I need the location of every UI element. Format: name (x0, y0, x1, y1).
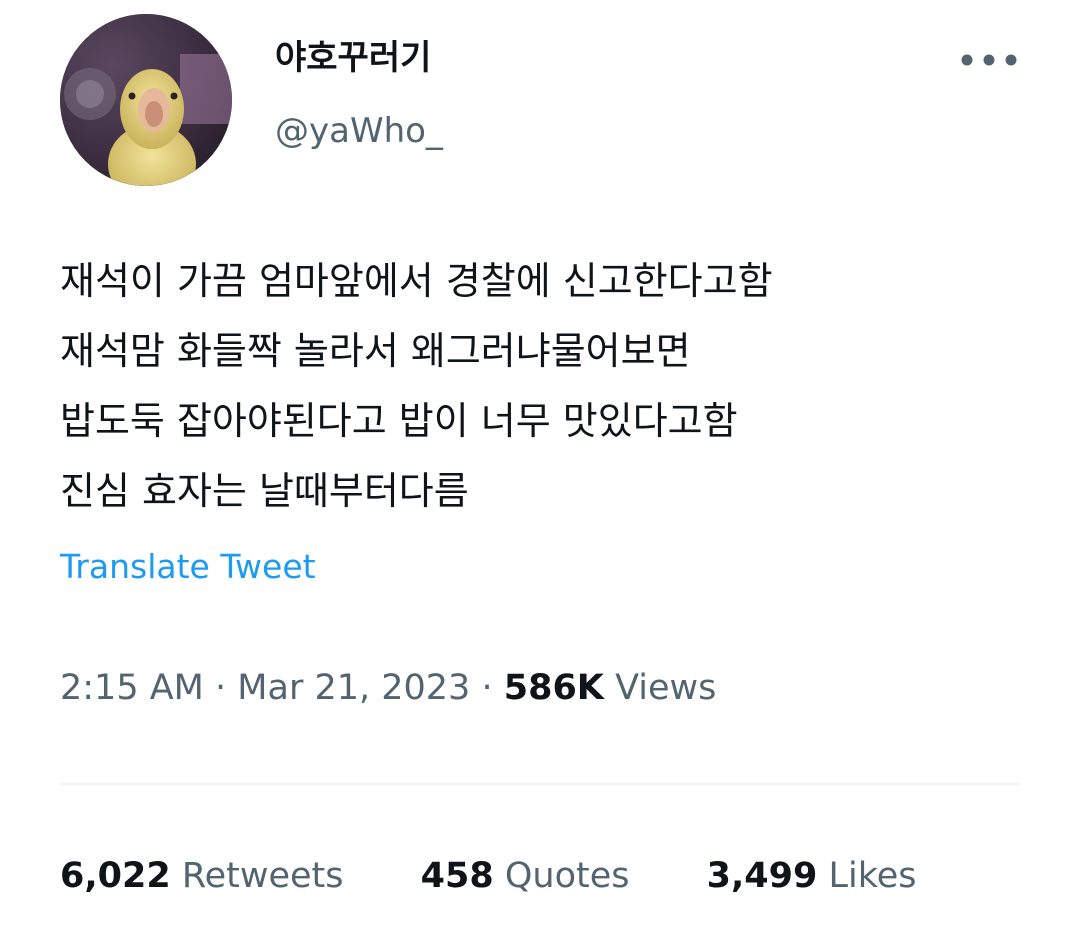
retweets-count: 6,022 (60, 856, 171, 896)
tweet-time[interactable]: 2:15 AM (60, 668, 204, 708)
tweet-meta: 2:15 AM · Mar 21, 2023 · 586K Views (60, 664, 716, 712)
tweet-text: 재석이 가끔 엄마앞에서 경찰에 신고한다고함 재석맘 화들짝 놀라서 왜그러냐… (60, 246, 1020, 526)
quotes-label: Quotes (504, 856, 630, 896)
duckling-avatar-image (60, 14, 232, 186)
likes-count: 3,499 (706, 856, 818, 896)
more-options-button[interactable] (952, 40, 1026, 80)
likes-stat[interactable]: 3,499 Likes (707, 852, 917, 900)
views-label: Views (615, 668, 717, 708)
meta-separator: · (481, 668, 493, 708)
tweet-line: 재석이 가끔 엄마앞에서 경찰에 신고한다고함 (60, 259, 773, 303)
tweet-stats: 6,022 Retweets 458 Quotes 3,499 Likes (60, 852, 917, 900)
divider (60, 783, 1020, 785)
more-horizontal-icon (961, 54, 1017, 66)
quotes-count: 458 (420, 856, 494, 896)
tweet-line: 재석맘 화들짝 놀라서 왜그러냐물어보면 (60, 329, 691, 373)
quotes-stat[interactable]: 458 Quotes (421, 852, 630, 900)
tweet-date[interactable]: Mar 21, 2023 (237, 668, 470, 708)
translate-tweet-link[interactable]: Translate Tweet (60, 545, 316, 589)
likes-label: Likes (828, 856, 917, 896)
tweet-line: 진심 효자는 날때부터다름 (60, 469, 469, 513)
views-count: 586K (503, 668, 604, 708)
avatar[interactable] (60, 14, 232, 186)
retweets-stat[interactable]: 6,022 Retweets (60, 852, 344, 900)
tweet-line: 밥도둑 잡아야된다고 밥이 너무 맛있다고함 (60, 399, 738, 443)
retweets-label: Retweets (181, 856, 344, 896)
display-name[interactable]: 야호꾸러기 (275, 36, 431, 80)
meta-separator: · (215, 668, 227, 708)
user-handle[interactable]: @yaWho_ (275, 109, 443, 153)
